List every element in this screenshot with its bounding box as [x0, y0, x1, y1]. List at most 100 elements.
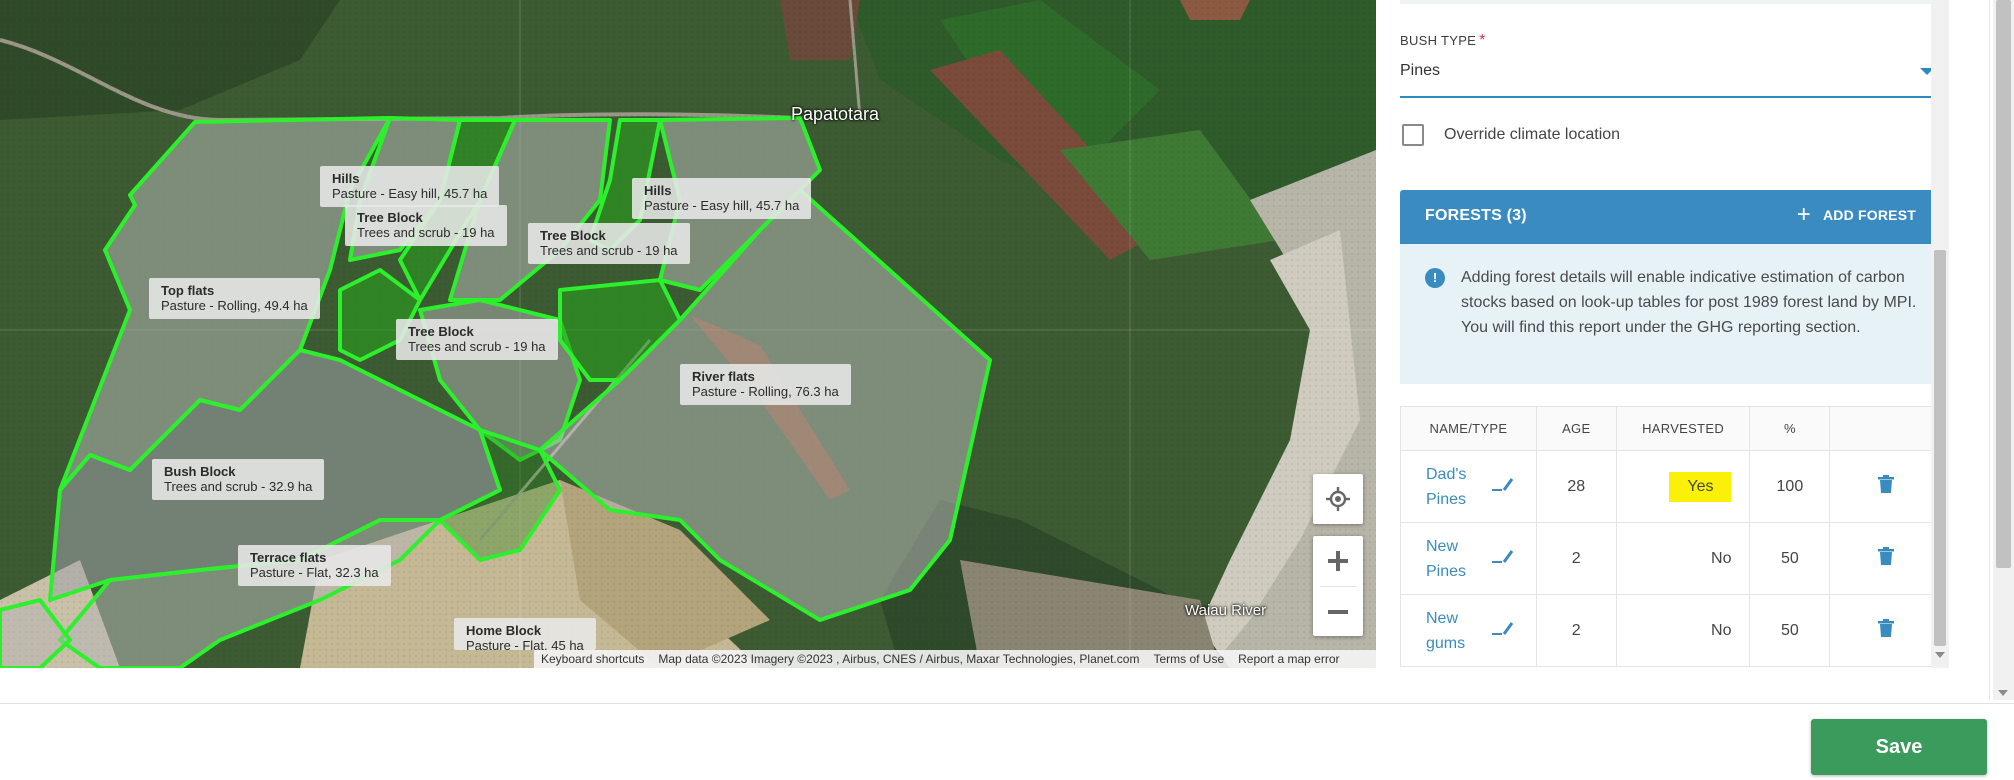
crosshair-icon: [1326, 487, 1350, 511]
forest-percent: 50: [1749, 522, 1831, 595]
forest-harvested: No: [1615, 522, 1751, 595]
table-header-row: NAME/TYPE AGE HARVESTED %: [1400, 406, 1942, 451]
forests-table: NAME/TYPE AGE HARVESTED % Dad's Pines 28: [1400, 406, 1942, 667]
paddock-label[interactable]: Terrace flats Pasture - Flat, 32.3 ha: [238, 545, 391, 586]
edit-icon[interactable]: [1490, 619, 1516, 642]
table-row: Dad's Pines 28 Yes 100: [1400, 450, 1942, 523]
paddock-name: Terrace flats: [250, 550, 327, 565]
bush-type-label-text: BUSH TYPE: [1400, 33, 1477, 48]
paddock-label[interactable]: Tree Block Trees and scrub - 19 ha: [528, 223, 690, 264]
footer-bar: Save: [0, 703, 2014, 780]
page-scroll-down-arrow-icon[interactable]: [1998, 690, 2008, 696]
forest-name-cell: Dad's Pines: [1400, 450, 1537, 523]
column-header-actions: [1829, 406, 1942, 451]
zoom-in-button[interactable]: [1313, 537, 1363, 585]
forest-age: 2: [1535, 594, 1617, 667]
column-header-age: AGE: [1535, 406, 1617, 451]
column-header-percent: %: [1749, 406, 1831, 451]
paddock-detail: Trees and scrub - 19 ha: [540, 243, 678, 258]
paddock-name: Tree Block: [540, 228, 606, 243]
forest-name-link[interactable]: New gums: [1426, 606, 1486, 656]
forest-harvested: No: [1615, 594, 1751, 667]
paddock-name: Tree Block: [357, 210, 423, 225]
trash-icon[interactable]: [1877, 475, 1894, 498]
paddock-detail: Trees and scrub - 32.9 ha: [164, 479, 313, 494]
paddock-name: Top flats: [161, 283, 215, 298]
bush-type-select[interactable]: Pines: [1400, 56, 1942, 98]
zoom-out-button[interactable]: [1313, 588, 1363, 636]
paddock-name: Tree Block: [408, 324, 474, 339]
plus-icon: +: [1796, 201, 1811, 228]
edit-icon[interactable]: [1490, 547, 1516, 570]
farm-map[interactable]: Papatotara Waiau River Hills Pasture - E…: [0, 0, 1376, 668]
add-forest-label: ADD FOREST: [1823, 207, 1916, 223]
forest-percent: 100: [1749, 450, 1831, 523]
forest-harvested: Yes: [1669, 471, 1732, 502]
forest-name-link[interactable]: New Pines: [1426, 534, 1486, 584]
trash-icon[interactable]: [1877, 547, 1894, 570]
edit-icon[interactable]: [1490, 475, 1516, 498]
page-scrollbar-thumb[interactable]: [1996, 0, 2011, 568]
paddock-label[interactable]: Hills Pasture - Easy hill, 45.7 ha: [632, 178, 812, 219]
scroll-down-arrow-icon[interactable]: [1935, 652, 1945, 658]
bush-type-value: Pines: [1400, 62, 1441, 79]
forest-name-cell: New gums: [1400, 594, 1537, 667]
report-map-error-link[interactable]: Report a map error: [1231, 652, 1346, 666]
override-climate-row[interactable]: Override climate location: [1402, 124, 1620, 146]
paddock-label[interactable]: River flats Pasture - Rolling, 76.3 ha: [680, 364, 851, 405]
trash-icon[interactable]: [1877, 619, 1894, 642]
table-row: New gums 2 No 50: [1400, 594, 1942, 667]
forests-title: FORESTS (3): [1425, 207, 1527, 224]
details-panel: BUSH TYPE * Pines Override climate locati…: [1376, 0, 1990, 700]
map-attribution-bar: Keyboard shortcuts Map data ©2023 Imager…: [534, 650, 1376, 668]
paddock-label[interactable]: Bush Block Trees and scrub - 32.9 ha: [152, 459, 325, 500]
zoom-divider: [1320, 585, 1356, 587]
paddock-detail: Pasture - Easy hill, 45.7 ha: [332, 186, 488, 201]
forest-percent: 50: [1749, 594, 1831, 667]
paddock-name: Hills: [332, 171, 360, 186]
paddock-detail: Pasture - Rolling, 76.3 ha: [692, 384, 839, 399]
forest-actions-cell: [1829, 450, 1942, 523]
paddock-label[interactable]: Tree Block Trees and scrub - 19 ha: [396, 319, 558, 360]
paddock-name: Hills: [644, 183, 672, 198]
paddock-detail: Pasture - Rolling, 49.4 ha: [161, 298, 308, 313]
paddock-label[interactable]: Tree Block Trees and scrub - 19 ha: [345, 205, 507, 246]
paddock-label[interactable]: Hills Pasture - Easy hill, 45.7 ha: [320, 166, 500, 207]
panel-scrollbar-thumb[interactable]: [1934, 250, 1946, 646]
keyboard-shortcuts-link[interactable]: Keyboard shortcuts: [534, 652, 651, 666]
forest-actions-cell: [1829, 594, 1942, 667]
paddock-detail: Pasture - Flat, 32.3 ha: [250, 565, 379, 580]
paddock-label[interactable]: Top flats Pasture - Rolling, 49.4 ha: [149, 278, 320, 319]
paddock-detail: Pasture - Easy hill, 45.7 ha: [644, 198, 800, 213]
panel-top-strip: [1400, 0, 1944, 4]
forest-info-box: ! Adding forest details will enable indi…: [1400, 244, 1942, 384]
info-icon: !: [1425, 268, 1445, 288]
paddock-detail: Trees and scrub - 19 ha: [357, 225, 495, 240]
override-climate-label: Override climate location: [1444, 126, 1621, 143]
add-forest-button[interactable]: + ADD FOREST: [1796, 201, 1916, 228]
column-header-name: NAME/TYPE: [1400, 406, 1537, 451]
locate-me-button[interactable]: [1313, 474, 1363, 524]
paddock-name: Bush Block: [164, 464, 236, 479]
paddock-name: Home Block: [466, 623, 542, 638]
forest-age: 2: [1535, 522, 1617, 595]
override-climate-checkbox[interactable]: [1402, 124, 1424, 146]
zoom-control: [1313, 536, 1363, 636]
plus-icon: [1328, 550, 1348, 571]
bush-type-label: BUSH TYPE *: [1400, 32, 1486, 50]
forest-actions-cell: [1829, 522, 1942, 595]
paddock-detail: Trees and scrub - 19 ha: [408, 339, 546, 354]
save-button[interactable]: Save: [1811, 719, 1987, 775]
terms-of-use-link[interactable]: Terms of Use: [1146, 652, 1231, 666]
forest-info-text: Adding forest details will enable indica…: [1461, 269, 1917, 336]
place-label-papatotara: Papatotara: [791, 104, 880, 124]
forests-header: FORESTS (3) + ADD FOREST: [1400, 190, 1942, 244]
forest-name-link[interactable]: Dad's Pines: [1426, 462, 1486, 512]
map-data-credit: Map data ©2023 Imagery ©2023 , Airbus, C…: [658, 652, 1140, 666]
forest-harvested-cell: Yes: [1615, 450, 1751, 523]
forest-name-cell: New Pines: [1400, 522, 1537, 595]
satellite-imagery: [0, 0, 1376, 668]
paddock-name: River flats: [692, 369, 755, 384]
paddock-label[interactable]: Home Block Pasture - Flat, 45 ha: [454, 618, 596, 650]
column-header-harvested: HARVESTED: [1615, 406, 1751, 451]
